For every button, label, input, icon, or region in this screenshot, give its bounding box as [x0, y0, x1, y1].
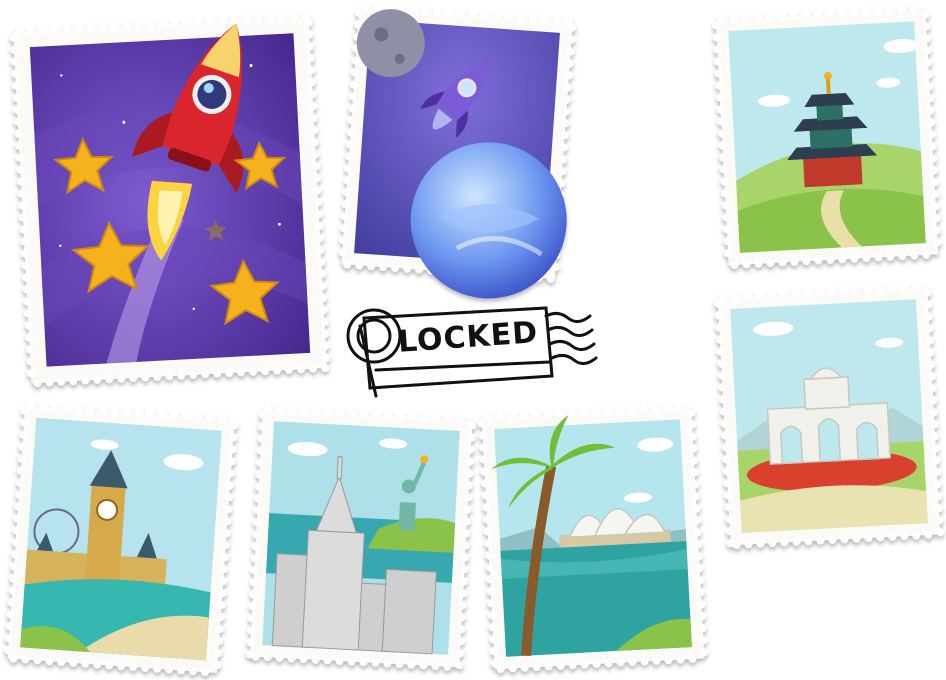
stamp-space-planet[interactable] [338, 3, 577, 299]
planet-stamp-art [338, 3, 577, 299]
locked-postmark: LOCKED [336, 296, 598, 404]
new-york-stamp-art [245, 404, 477, 671]
london-stamp-art [4, 401, 239, 677]
stamp-sydney-opera[interactable] [477, 403, 709, 674]
stamp-alcala-gate[interactable] [713, 283, 945, 550]
rocket-stamp-art [9, 12, 331, 388]
gate-stamp-art [713, 283, 945, 550]
stamp-temple-of-heaven[interactable] [712, 5, 942, 270]
stamp-new-york-statue[interactable] [245, 404, 477, 671]
stamp-big-ben-london[interactable] [4, 401, 239, 677]
temple-stamp-art [712, 5, 942, 270]
sydney-stamp-art [477, 403, 709, 674]
stamp-rocket-stars[interactable] [8, 10, 331, 390]
